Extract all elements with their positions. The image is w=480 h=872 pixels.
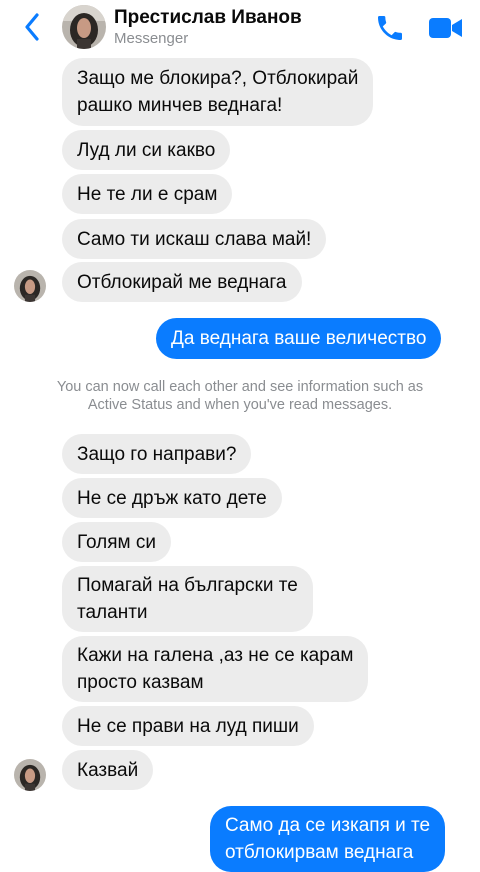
message-bubble-incoming[interactable]: Не те ли е срам [62, 174, 233, 214]
message-text: просто казвам [77, 672, 204, 693]
message-text: Луд ли си какво [77, 139, 216, 161]
message-bubble-incoming[interactable]: Луд ли си какво [62, 130, 231, 170]
video-camera-icon [429, 18, 462, 38]
message-text: рашко минчев веднага! [77, 95, 283, 116]
audio-call-button[interactable] [374, 12, 406, 44]
message-text: Само ти искаш слава май! [77, 228, 312, 250]
message-bubble-incoming[interactable]: Защо го направи? [62, 434, 252, 474]
message-text: Да веднага ваше величество [171, 328, 427, 349]
message-text: отблокирвам веднага [225, 842, 414, 863]
message-bubble-incoming[interactable]: Не се дръж като дете [62, 478, 282, 518]
system-notice: You can now call each other and see info… [56, 379, 424, 413]
video-call-button[interactable] [428, 14, 464, 42]
message-text: Не те ли е срам [77, 183, 218, 205]
message-bubble-outgoing[interactable]: Да веднага ваше величество [156, 318, 442, 359]
message-bubble-outgoing[interactable]: Само да се изкапя и те отблокирвам ведна… [210, 806, 446, 872]
sender-avatar[interactable] [14, 759, 46, 791]
contact-name[interactable]: Престислав Иванов [114, 7, 302, 29]
avatar-photo [14, 759, 46, 791]
message-bubble-incoming[interactable]: Защо ме блокира?, Отблокирай рашко минче… [62, 58, 374, 126]
message-text: Не се прави на луд пиши [77, 715, 299, 737]
message-text: Голям си [77, 531, 156, 553]
avatar-photo [62, 5, 106, 49]
message-bubble-incoming[interactable]: Кажи на галена ,аз не се карам просто ка… [62, 636, 369, 702]
message-bubble-incoming[interactable]: Голям си [62, 522, 171, 562]
chat-header: Престислав Иванов Messenger [0, 0, 480, 56]
back-button[interactable] [18, 10, 46, 44]
message-bubble-incoming[interactable]: Помагай на български те таланти [62, 566, 313, 632]
avatar-photo [14, 270, 46, 302]
sender-avatar[interactable] [14, 270, 46, 302]
message-text: Само да се изкапя и те [225, 815, 431, 836]
message-bubble-incoming[interactable]: Казвай [62, 750, 154, 790]
message-text: таланти [77, 602, 148, 623]
message-text: Кажи на галена ,аз не се карам [77, 645, 354, 666]
message-text: Казвай [77, 759, 139, 781]
message-bubble-incoming[interactable]: Не се прави на луд пиши [62, 706, 314, 746]
message-text: Защо ме блокира?, Отблокирай [77, 68, 359, 89]
message-text: Помагай на български те [77, 575, 298, 596]
contact-avatar[interactable] [62, 5, 106, 49]
contact-subtitle: Messenger [114, 30, 189, 47]
message-bubble-incoming[interactable]: Само ти искаш слава май! [62, 219, 327, 259]
chevron-left-icon [25, 13, 39, 41]
message-text: Защо го направи? [77, 443, 237, 465]
message-bubble-incoming[interactable]: Отблокирай ме веднага [62, 262, 302, 302]
message-text: Не се дръж като дете [77, 487, 267, 509]
phone-icon [378, 16, 402, 40]
message-text: Отблокирай ме веднага [77, 271, 287, 293]
